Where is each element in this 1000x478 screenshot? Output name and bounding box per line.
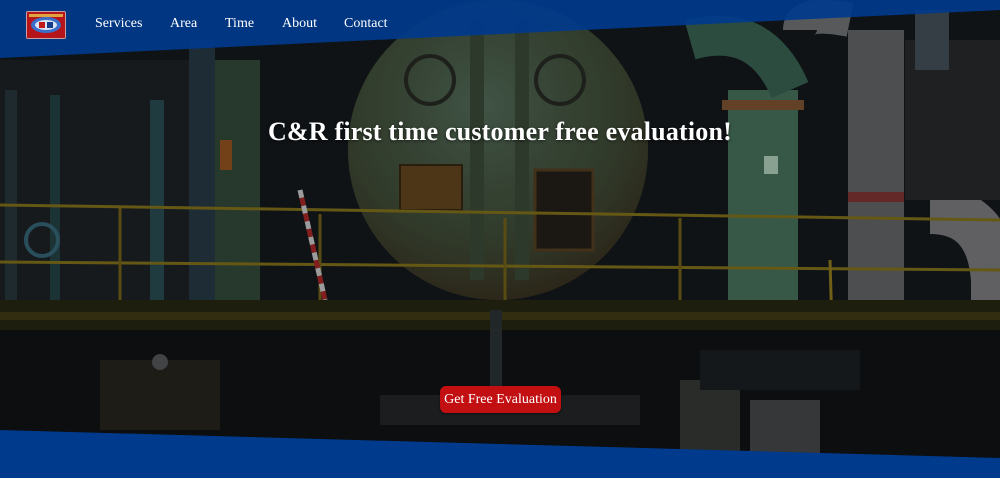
nav-link-area[interactable]: Area [170,16,197,32]
logo-emblem-icon [27,12,65,38]
nav-link-services[interactable]: Services [95,16,142,32]
company-logo[interactable] [26,11,66,39]
nav-link-time[interactable]: Time [225,16,254,32]
hero-section: Services Area Time About Contact C&R fir… [0,0,1000,478]
bottom-blue-band [0,430,1000,478]
get-free-evaluation-button[interactable]: Get Free Evaluation [440,386,561,413]
nav-link-contact[interactable]: Contact [344,16,388,32]
nav-link-about[interactable]: About [282,16,317,32]
hero-headline: C&R first time customer free evaluation! [267,117,733,146]
top-navigation: Services Area Time About Contact [0,0,1000,50]
